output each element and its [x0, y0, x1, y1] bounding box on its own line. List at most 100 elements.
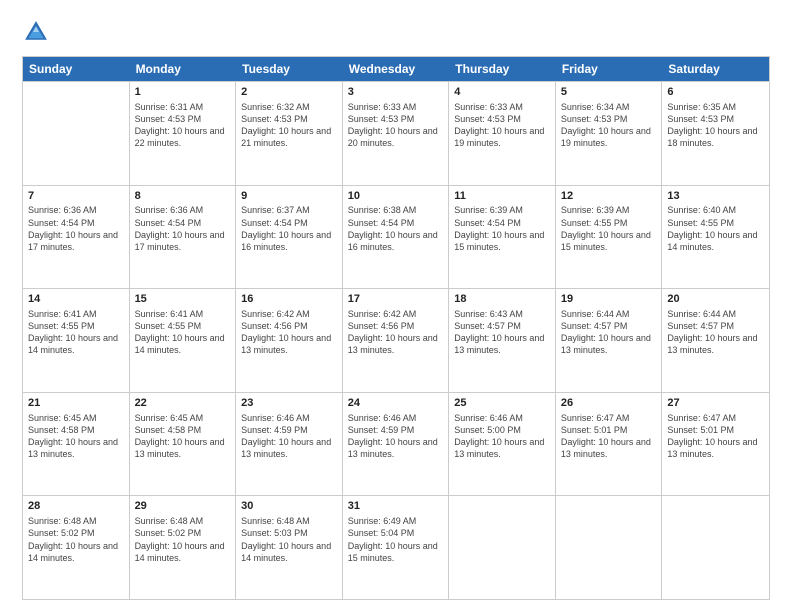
- calendar-cell-7: 7Sunrise: 6:36 AMSunset: 4:54 PMDaylight…: [23, 186, 130, 289]
- day-info: Sunrise: 6:48 AMSunset: 5:02 PMDaylight:…: [28, 515, 124, 564]
- calendar-cell-12: 12Sunrise: 6:39 AMSunset: 4:55 PMDayligh…: [556, 186, 663, 289]
- day-number: 1: [135, 85, 231, 100]
- calendar-cell-9: 9Sunrise: 6:37 AMSunset: 4:54 PMDaylight…: [236, 186, 343, 289]
- day-number: 3: [348, 85, 444, 100]
- day-info: Sunrise: 6:41 AMSunset: 4:55 PMDaylight:…: [135, 308, 231, 357]
- weekday-header-saturday: Saturday: [662, 57, 769, 81]
- day-number: 12: [561, 189, 657, 204]
- day-info: Sunrise: 6:46 AMSunset: 5:00 PMDaylight:…: [454, 412, 550, 461]
- calendar-cell-empty-0-0: [23, 82, 130, 185]
- day-number: 29: [135, 499, 231, 514]
- calendar-cell-20: 20Sunrise: 6:44 AMSunset: 4:57 PMDayligh…: [662, 289, 769, 392]
- calendar-cell-22: 22Sunrise: 6:45 AMSunset: 4:58 PMDayligh…: [130, 393, 237, 496]
- calendar-row-1: 7Sunrise: 6:36 AMSunset: 4:54 PMDaylight…: [23, 185, 769, 289]
- day-info: Sunrise: 6:47 AMSunset: 5:01 PMDaylight:…: [667, 412, 764, 461]
- calendar-cell-4: 4Sunrise: 6:33 AMSunset: 4:53 PMDaylight…: [449, 82, 556, 185]
- day-info: Sunrise: 6:46 AMSunset: 4:59 PMDaylight:…: [348, 412, 444, 461]
- day-number: 19: [561, 292, 657, 307]
- day-number: 18: [454, 292, 550, 307]
- day-number: 5: [561, 85, 657, 100]
- calendar-cell-26: 26Sunrise: 6:47 AMSunset: 5:01 PMDayligh…: [556, 393, 663, 496]
- day-number: 22: [135, 396, 231, 411]
- calendar-cell-2: 2Sunrise: 6:32 AMSunset: 4:53 PMDaylight…: [236, 82, 343, 185]
- calendar-cell-24: 24Sunrise: 6:46 AMSunset: 4:59 PMDayligh…: [343, 393, 450, 496]
- day-info: Sunrise: 6:32 AMSunset: 4:53 PMDaylight:…: [241, 101, 337, 150]
- day-number: 4: [454, 85, 550, 100]
- day-number: 20: [667, 292, 764, 307]
- calendar-cell-11: 11Sunrise: 6:39 AMSunset: 4:54 PMDayligh…: [449, 186, 556, 289]
- weekday-header-friday: Friday: [556, 57, 663, 81]
- day-info: Sunrise: 6:44 AMSunset: 4:57 PMDaylight:…: [561, 308, 657, 357]
- day-info: Sunrise: 6:48 AMSunset: 5:02 PMDaylight:…: [135, 515, 231, 564]
- day-number: 14: [28, 292, 124, 307]
- calendar-cell-empty-4-6: [662, 496, 769, 599]
- day-info: Sunrise: 6:38 AMSunset: 4:54 PMDaylight:…: [348, 204, 444, 253]
- calendar-cell-25: 25Sunrise: 6:46 AMSunset: 5:00 PMDayligh…: [449, 393, 556, 496]
- day-number: 21: [28, 396, 124, 411]
- day-info: Sunrise: 6:37 AMSunset: 4:54 PMDaylight:…: [241, 204, 337, 253]
- calendar-cell-5: 5Sunrise: 6:34 AMSunset: 4:53 PMDaylight…: [556, 82, 663, 185]
- day-number: 17: [348, 292, 444, 307]
- weekday-header-thursday: Thursday: [449, 57, 556, 81]
- calendar-cell-21: 21Sunrise: 6:45 AMSunset: 4:58 PMDayligh…: [23, 393, 130, 496]
- day-number: 8: [135, 189, 231, 204]
- day-number: 23: [241, 396, 337, 411]
- calendar-row-3: 21Sunrise: 6:45 AMSunset: 4:58 PMDayligh…: [23, 392, 769, 496]
- day-info: Sunrise: 6:39 AMSunset: 4:55 PMDaylight:…: [561, 204, 657, 253]
- weekday-header-monday: Monday: [130, 57, 237, 81]
- day-number: 9: [241, 189, 337, 204]
- calendar-cell-14: 14Sunrise: 6:41 AMSunset: 4:55 PMDayligh…: [23, 289, 130, 392]
- calendar-cell-8: 8Sunrise: 6:36 AMSunset: 4:54 PMDaylight…: [130, 186, 237, 289]
- weekday-header-sunday: Sunday: [23, 57, 130, 81]
- day-info: Sunrise: 6:44 AMSunset: 4:57 PMDaylight:…: [667, 308, 764, 357]
- day-info: Sunrise: 6:45 AMSunset: 4:58 PMDaylight:…: [135, 412, 231, 461]
- day-info: Sunrise: 6:39 AMSunset: 4:54 PMDaylight:…: [454, 204, 550, 253]
- day-info: Sunrise: 6:49 AMSunset: 5:04 PMDaylight:…: [348, 515, 444, 564]
- calendar-cell-3: 3Sunrise: 6:33 AMSunset: 4:53 PMDaylight…: [343, 82, 450, 185]
- calendar-row-4: 28Sunrise: 6:48 AMSunset: 5:02 PMDayligh…: [23, 495, 769, 599]
- weekday-header-wednesday: Wednesday: [343, 57, 450, 81]
- calendar-cell-empty-4-5: [556, 496, 663, 599]
- day-number: 11: [454, 189, 550, 204]
- calendar-header: SundayMondayTuesdayWednesdayThursdayFrid…: [23, 57, 769, 81]
- calendar-cell-31: 31Sunrise: 6:49 AMSunset: 5:04 PMDayligh…: [343, 496, 450, 599]
- day-info: Sunrise: 6:33 AMSunset: 4:53 PMDaylight:…: [348, 101, 444, 150]
- calendar-cell-18: 18Sunrise: 6:43 AMSunset: 4:57 PMDayligh…: [449, 289, 556, 392]
- calendar-cell-1: 1Sunrise: 6:31 AMSunset: 4:53 PMDaylight…: [130, 82, 237, 185]
- day-info: Sunrise: 6:35 AMSunset: 4:53 PMDaylight:…: [667, 101, 764, 150]
- day-number: 30: [241, 499, 337, 514]
- calendar-cell-16: 16Sunrise: 6:42 AMSunset: 4:56 PMDayligh…: [236, 289, 343, 392]
- day-info: Sunrise: 6:36 AMSunset: 4:54 PMDaylight:…: [28, 204, 124, 253]
- day-info: Sunrise: 6:46 AMSunset: 4:59 PMDaylight:…: [241, 412, 337, 461]
- day-number: 24: [348, 396, 444, 411]
- calendar-cell-19: 19Sunrise: 6:44 AMSunset: 4:57 PMDayligh…: [556, 289, 663, 392]
- day-number: 10: [348, 189, 444, 204]
- day-info: Sunrise: 6:33 AMSunset: 4:53 PMDaylight:…: [454, 101, 550, 150]
- day-number: 6: [667, 85, 764, 100]
- day-info: Sunrise: 6:45 AMSunset: 4:58 PMDaylight:…: [28, 412, 124, 461]
- day-number: 15: [135, 292, 231, 307]
- calendar: SundayMondayTuesdayWednesdayThursdayFrid…: [22, 56, 770, 600]
- logo-icon: [22, 18, 50, 46]
- day-number: 27: [667, 396, 764, 411]
- calendar-cell-29: 29Sunrise: 6:48 AMSunset: 5:02 PMDayligh…: [130, 496, 237, 599]
- calendar-row-0: 1Sunrise: 6:31 AMSunset: 4:53 PMDaylight…: [23, 81, 769, 185]
- header: [22, 18, 770, 46]
- calendar-cell-6: 6Sunrise: 6:35 AMSunset: 4:53 PMDaylight…: [662, 82, 769, 185]
- calendar-row-2: 14Sunrise: 6:41 AMSunset: 4:55 PMDayligh…: [23, 288, 769, 392]
- day-info: Sunrise: 6:41 AMSunset: 4:55 PMDaylight:…: [28, 308, 124, 357]
- logo: [22, 18, 54, 46]
- day-info: Sunrise: 6:42 AMSunset: 4:56 PMDaylight:…: [241, 308, 337, 357]
- calendar-cell-27: 27Sunrise: 6:47 AMSunset: 5:01 PMDayligh…: [662, 393, 769, 496]
- day-number: 28: [28, 499, 124, 514]
- calendar-cell-17: 17Sunrise: 6:42 AMSunset: 4:56 PMDayligh…: [343, 289, 450, 392]
- day-info: Sunrise: 6:43 AMSunset: 4:57 PMDaylight:…: [454, 308, 550, 357]
- day-info: Sunrise: 6:47 AMSunset: 5:01 PMDaylight:…: [561, 412, 657, 461]
- day-info: Sunrise: 6:34 AMSunset: 4:53 PMDaylight:…: [561, 101, 657, 150]
- calendar-cell-13: 13Sunrise: 6:40 AMSunset: 4:55 PMDayligh…: [662, 186, 769, 289]
- calendar-cell-empty-4-4: [449, 496, 556, 599]
- calendar-page: SundayMondayTuesdayWednesdayThursdayFrid…: [0, 0, 792, 612]
- day-number: 13: [667, 189, 764, 204]
- day-info: Sunrise: 6:36 AMSunset: 4:54 PMDaylight:…: [135, 204, 231, 253]
- weekday-header-tuesday: Tuesday: [236, 57, 343, 81]
